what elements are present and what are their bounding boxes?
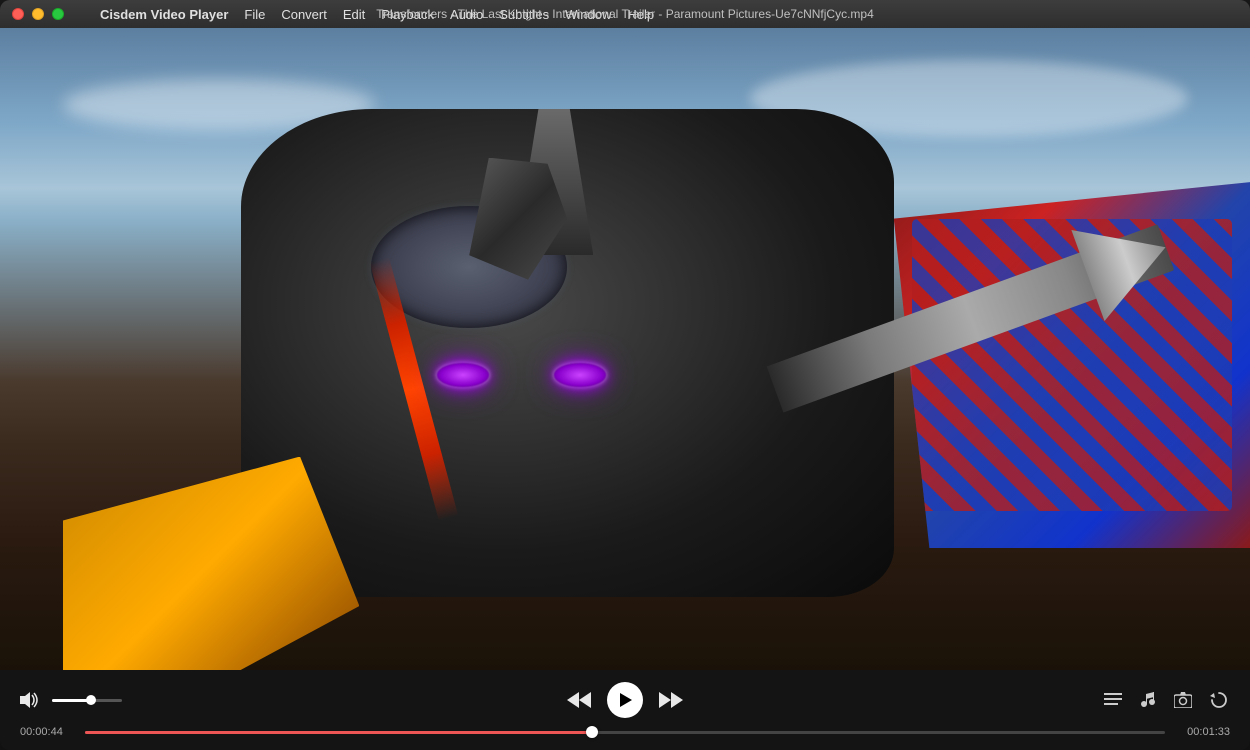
rotate-button[interactable] — [1208, 689, 1230, 711]
camera-icon — [1174, 692, 1192, 708]
volume-control-group — [20, 692, 240, 708]
forward-icon — [659, 690, 683, 710]
volume-slider[interactable] — [52, 699, 122, 702]
progress-row: 00:00:44 00:01:33 — [20, 726, 1230, 738]
volume-icon — [20, 692, 40, 708]
video-frame — [0, 28, 1250, 670]
robot-shoulder-right — [894, 182, 1250, 548]
apple-menu[interactable] — [72, 0, 88, 28]
robot-head — [241, 109, 894, 597]
volume-thumb[interactable] — [86, 695, 96, 705]
app-name-menu[interactable]: Cisdem Video Player — [92, 0, 236, 28]
rotate-icon — [1210, 691, 1228, 709]
playback-controls — [567, 682, 683, 718]
close-button[interactable] — [12, 8, 24, 20]
menu-item-edit[interactable]: Edit — [335, 0, 373, 28]
forward-button[interactable] — [659, 690, 683, 710]
extra-controls — [1010, 689, 1230, 711]
menu-item-convert[interactable]: Convert — [273, 0, 335, 28]
robot-eye-right — [554, 363, 606, 387]
music-button[interactable] — [1138, 690, 1158, 710]
progress-bar[interactable] — [85, 731, 1165, 734]
minimize-button[interactable] — [32, 8, 44, 20]
screenshot-button[interactable] — [1172, 690, 1194, 710]
app-window: Cisdem Video Player File Convert Edit Pl… — [0, 0, 1250, 750]
controls-top-row — [20, 682, 1230, 718]
robot-body — [63, 60, 1250, 670]
rewind-button[interactable] — [567, 690, 591, 710]
volume-button[interactable] — [20, 692, 40, 708]
current-time: 00:00:44 — [20, 726, 75, 738]
controls-bar: 00:00:44 00:01:33 — [0, 670, 1250, 750]
progress-thumb[interactable] — [586, 726, 598, 738]
robot-eye-left — [437, 363, 489, 387]
playlist-icon — [1104, 693, 1122, 707]
traffic-lights — [12, 8, 64, 20]
total-time: 00:01:33 — [1175, 726, 1230, 738]
maximize-button[interactable] — [52, 8, 64, 20]
progress-fill — [85, 731, 593, 734]
rewind-icon — [567, 690, 591, 710]
menu-item-file[interactable]: File — [236, 0, 273, 28]
video-area[interactable] — [0, 28, 1250, 670]
robot-face-slash — [370, 257, 458, 521]
music-note-icon — [1140, 692, 1156, 708]
playlist-button[interactable] — [1102, 691, 1124, 709]
titlebar: Cisdem Video Player File Convert Edit Pl… — [0, 0, 1250, 28]
play-pause-button[interactable] — [607, 682, 643, 718]
window-title: Transformers - The Last Knight - Interna… — [376, 7, 874, 21]
